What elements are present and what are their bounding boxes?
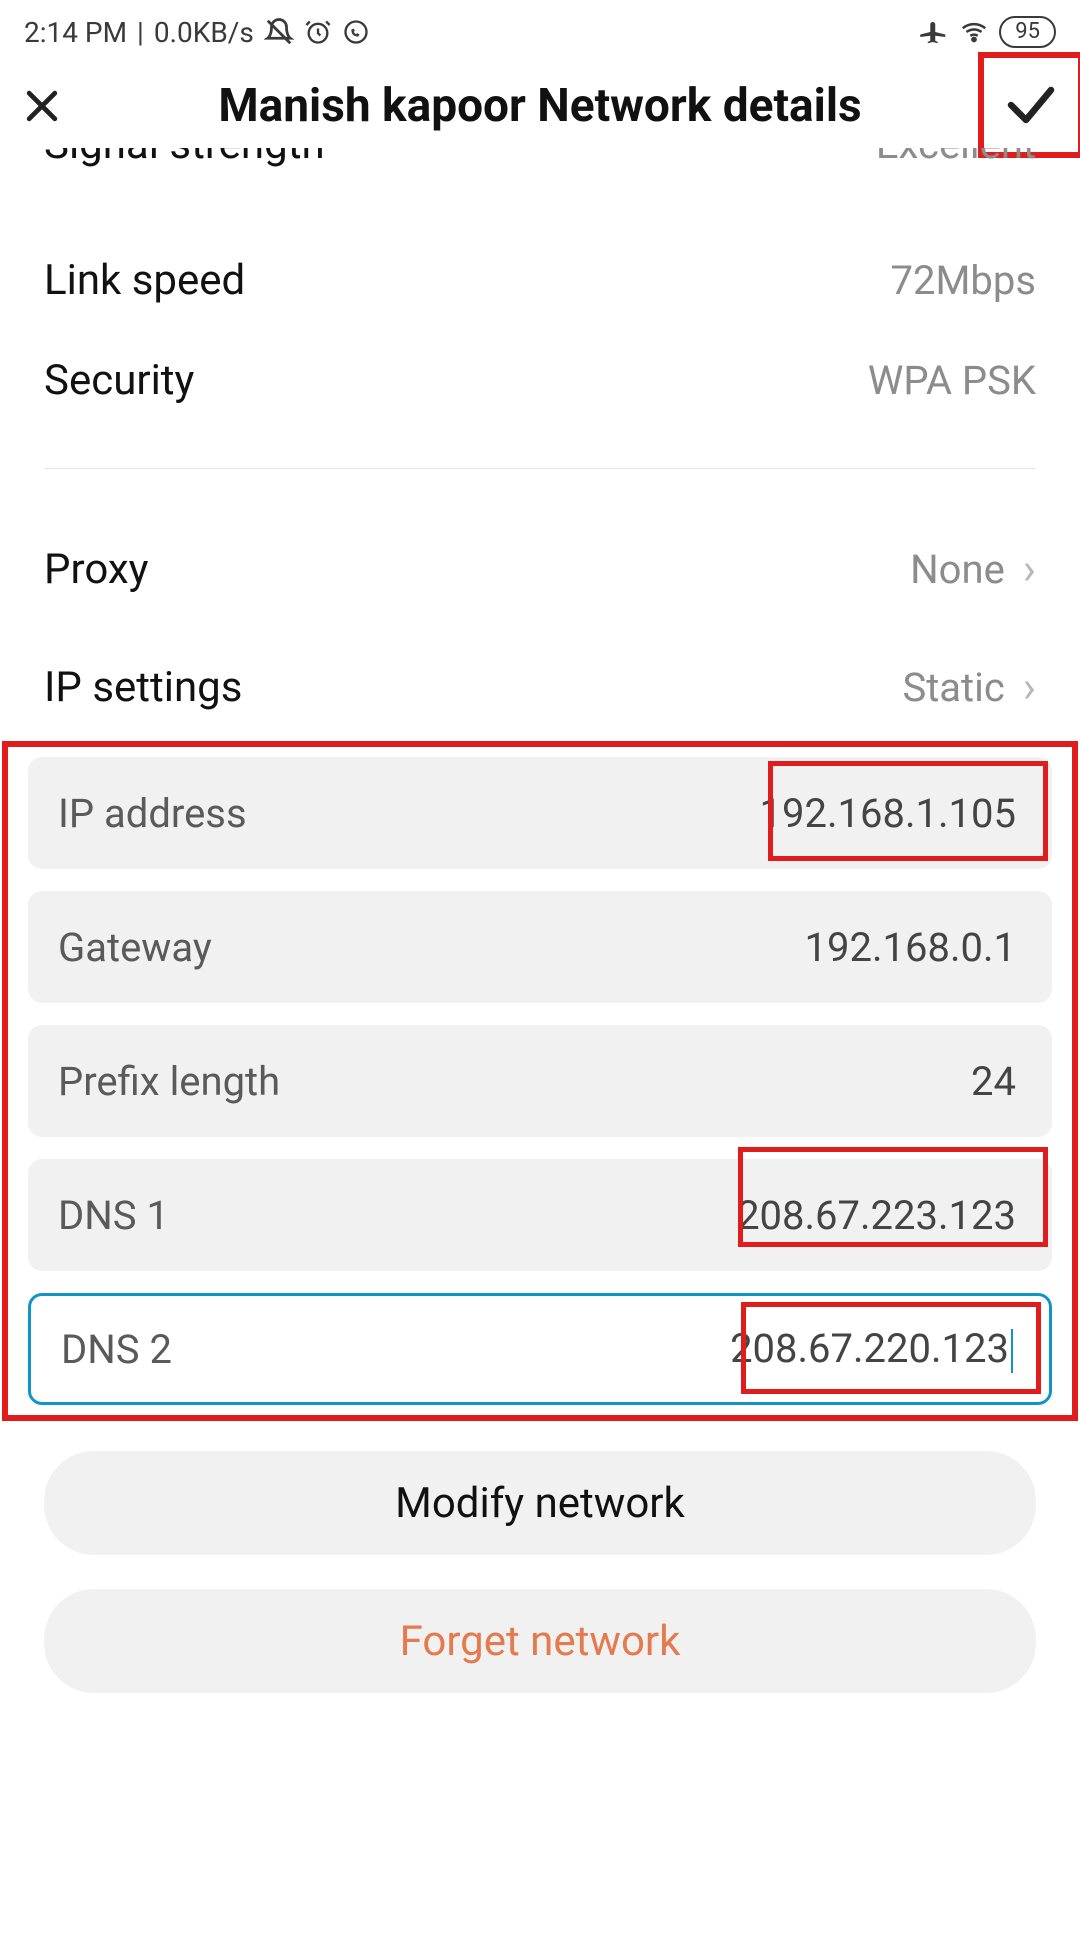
confirm-button[interactable] — [1001, 75, 1061, 135]
row-security: Security WPA PSK — [0, 330, 1080, 430]
dnd-icon — [264, 17, 294, 47]
prefix-length-field[interactable]: Prefix length 24 — [28, 1025, 1052, 1137]
prefix-length-label: Prefix length — [58, 1058, 280, 1105]
airplane-mode-icon — [919, 17, 949, 47]
status-right: 95 — [919, 16, 1056, 48]
alarm-icon — [304, 18, 332, 46]
ip-address-label: IP address — [58, 790, 247, 837]
ip-address-value: 192.168.1.105 — [760, 790, 1022, 837]
modify-network-button[interactable]: Modify network — [44, 1451, 1036, 1555]
row-proxy[interactable]: Proxy None › — [0, 519, 1080, 619]
proxy-label: Proxy — [44, 545, 149, 594]
confirm-button-highlight — [978, 52, 1080, 158]
dns2-value: 208.67.220.123 — [730, 1325, 1019, 1373]
prefix-length-value: 24 — [971, 1058, 1022, 1105]
gateway-label: Gateway — [58, 924, 212, 971]
status-sep: | — [137, 16, 144, 49]
dns1-label: DNS 1 — [58, 1192, 169, 1239]
divider — [44, 468, 1036, 469]
ip-settings-label: IP settings — [44, 663, 242, 712]
dns1-field[interactable]: DNS 1 208.67.223.123 — [28, 1159, 1052, 1271]
signal-strength-value: Excellent — [876, 148, 1036, 168]
signal-strength-label: Signal strength — [44, 148, 325, 169]
forget-network-button[interactable]: Forget network — [44, 1589, 1036, 1693]
link-speed-label: Link speed — [44, 256, 245, 305]
chevron-right-icon: › — [1023, 547, 1036, 591]
spacer — [0, 619, 1080, 637]
dns1-value: 208.67.223.123 — [737, 1192, 1022, 1239]
ip-address-field[interactable]: IP address 192.168.1.105 — [28, 757, 1052, 869]
status-bar: 2:14 PM | 0.0KB/s — [0, 0, 1080, 56]
proxy-value-wrap: None › — [910, 546, 1036, 593]
security-value: WPA PSK — [868, 357, 1036, 404]
ip-fields-highlight: IP address 192.168.1.105 Gateway 192.168… — [2, 741, 1078, 1421]
proxy-value: None — [910, 546, 1005, 593]
header: Manish kapoor Network details — [0, 56, 1080, 156]
gateway-value: 192.168.0.1 — [805, 924, 1022, 971]
dns2-label: DNS 2 — [61, 1326, 172, 1373]
whatsapp-icon — [342, 18, 370, 46]
page-title: Manish kapoor Network details — [80, 79, 1060, 133]
status-time: 2:14 PM — [24, 16, 127, 49]
gateway-field[interactable]: Gateway 192.168.0.1 — [28, 891, 1052, 1003]
status-left: 2:14 PM | 0.0KB/s — [24, 16, 370, 49]
bottom-buttons: Modify network Forget network — [0, 1421, 1080, 1693]
spacer — [0, 196, 1080, 230]
battery-indicator: 95 — [999, 16, 1056, 48]
row-ip-settings[interactable]: IP settings Static › — [0, 637, 1080, 737]
dns2-field[interactable]: DNS 2 208.67.220.123 — [28, 1293, 1052, 1405]
chevron-right-icon: › — [1023, 665, 1036, 709]
link-speed-value: 72Mbps — [891, 257, 1036, 304]
wifi-icon — [959, 17, 989, 47]
close-button[interactable] — [20, 84, 80, 128]
ip-settings-value-wrap: Static › — [902, 664, 1036, 711]
status-net-speed: 0.0KB/s — [154, 16, 254, 49]
security-label: Security — [44, 356, 194, 405]
ip-settings-value: Static — [902, 664, 1004, 711]
row-link-speed: Link speed 72Mbps — [0, 230, 1080, 330]
